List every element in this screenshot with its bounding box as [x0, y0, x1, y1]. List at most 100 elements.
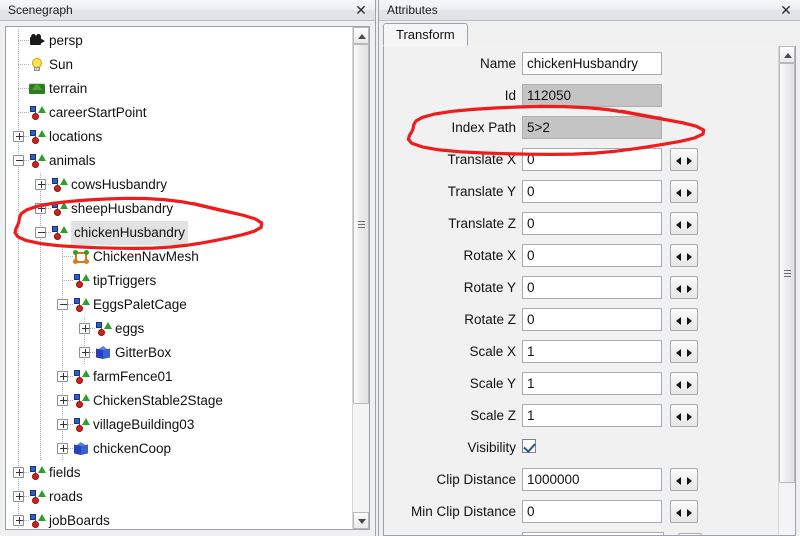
translate-x-field[interactable]: 0	[522, 148, 662, 171]
translate-y-spinner[interactable]	[670, 180, 698, 203]
attributes-scroll-up-button[interactable]	[779, 46, 795, 63]
tree-node[interactable]: jobBoards	[6, 509, 351, 529]
tree-guide	[18, 77, 19, 101]
tree-node[interactable]: animals	[6, 149, 351, 173]
scale-z-spinner[interactable]	[670, 404, 698, 427]
tree-node[interactable]: ChickenStable2Stage	[6, 389, 351, 413]
transform-icon	[73, 297, 90, 313]
tree-node[interactable]: sheepHusbandry	[6, 197, 351, 221]
tree-node[interactable]: eggs	[6, 317, 351, 341]
caret-up-icon	[358, 34, 366, 39]
tree-node[interactable]: locations	[6, 125, 351, 149]
scenegraph-close-icon[interactable]: ✕	[351, 0, 371, 21]
tree-node[interactable]: villageBuilding03	[6, 413, 351, 437]
scenegraph-scroll-thumb[interactable]	[353, 44, 369, 404]
scale-x-label: Scale X	[384, 340, 522, 364]
rotate-y-label: Rotate Y	[384, 276, 522, 300]
tree-node-label: roads	[49, 485, 83, 509]
collapse-node-button[interactable]	[57, 299, 68, 310]
expand-node-button[interactable]	[57, 395, 68, 406]
expand-node-button[interactable]	[13, 467, 24, 478]
scenegraph-scroll-up-button[interactable]	[353, 27, 369, 44]
rotate-x-spinner[interactable]	[670, 244, 698, 267]
tree-node[interactable]: persp	[6, 29, 351, 53]
visibility-checkbox[interactable]	[522, 439, 536, 453]
expand-node-button[interactable]	[57, 371, 68, 382]
expand-node-button[interactable]	[13, 515, 24, 526]
scene-tree[interactable]: perspSunterraincareerStartPointlocations…	[6, 29, 351, 529]
tree-node[interactable]: chickenHusbandry	[6, 221, 351, 245]
tree-node[interactable]: fields	[6, 461, 351, 485]
tree-node[interactable]: tipTriggers	[6, 269, 351, 293]
navmesh-icon	[73, 249, 90, 265]
translate-y-field[interactable]: 0	[522, 180, 662, 203]
tree-node[interactable]: ChickenNavMesh	[6, 245, 351, 269]
transform-icon	[29, 129, 46, 145]
scale-y-field[interactable]: 1	[522, 372, 662, 395]
name-field[interactable]: chickenHusbandry	[522, 52, 662, 75]
tree-node[interactable]: GitterBox	[6, 341, 351, 365]
rotate-y-field[interactable]: 0	[522, 276, 662, 299]
min-clip-distance-label: Min Clip Distance	[384, 500, 522, 524]
scale-z-label: Scale Z	[384, 404, 522, 428]
expand-node-button[interactable]	[79, 347, 90, 358]
transform-icon	[95, 321, 112, 337]
tree-node[interactable]: EggsPaletCage	[6, 293, 351, 317]
caret-left-icon	[676, 413, 681, 421]
attribute-row: Translate Z0	[384, 212, 775, 244]
translate-x-spinner[interactable]	[670, 148, 698, 171]
translate-z-spinner[interactable]	[670, 212, 698, 235]
clip-distance-spinner[interactable]	[670, 468, 698, 491]
tree-node-label: jobBoards	[49, 509, 110, 529]
attributes-vertical-scrollbar[interactable]	[778, 46, 795, 535]
tree-node[interactable]: careerStartPoint	[6, 101, 351, 125]
rotate-z-spinner[interactable]	[670, 308, 698, 331]
tree-node[interactable]: cowsHusbandry	[6, 173, 351, 197]
min-clip-distance-spinner[interactable]	[670, 500, 698, 523]
min-clip-distance-field[interactable]: 0	[522, 500, 662, 523]
expand-node-button[interactable]	[13, 131, 24, 142]
caret-left-icon	[676, 509, 681, 517]
rotate-z-label: Rotate Z	[384, 308, 522, 332]
tree-node-label: terrain	[49, 77, 87, 101]
tree-node-label: Sun	[49, 53, 73, 77]
rotate-z-field[interactable]: 0	[522, 308, 662, 331]
translate-y-label: Translate Y	[384, 180, 522, 204]
index-path-field: 5>2	[522, 116, 662, 139]
scale-z-field[interactable]: 1	[522, 404, 662, 427]
expand-node-button[interactable]	[57, 419, 68, 430]
rotate-x-field[interactable]: 0	[522, 244, 662, 267]
caret-left-icon	[676, 157, 681, 165]
object-mask-field[interactable]: ffff	[522, 532, 664, 536]
scenegraph-scroll-down-button[interactable]	[353, 512, 369, 529]
tree-node[interactable]: terrain	[6, 77, 351, 101]
collapse-node-button[interactable]	[35, 227, 46, 238]
attributes-body: NamechickenHusbandryId112050Index Path5>…	[383, 46, 796, 536]
name-label: Name	[384, 52, 522, 76]
expand-node-button[interactable]	[79, 323, 90, 334]
clip-distance-field[interactable]: 1000000	[522, 468, 662, 491]
expand-node-button[interactable]	[35, 179, 46, 190]
tree-node[interactable]: Sun	[6, 53, 351, 77]
expand-node-button[interactable]	[13, 491, 24, 502]
caret-right-icon	[687, 189, 692, 197]
attributes-title-bar: Attributes ✕	[379, 0, 800, 21]
scenegraph-vertical-scrollbar[interactable]	[352, 27, 369, 529]
expand-node-button[interactable]	[35, 203, 46, 214]
tree-node[interactable]: chickenCoop	[6, 437, 351, 461]
tab-transform[interactable]: Transform	[383, 23, 468, 46]
expand-node-button[interactable]	[57, 443, 68, 454]
translate-z-field[interactable]: 0	[522, 212, 662, 235]
caret-right-icon	[687, 477, 692, 485]
tree-guide	[40, 365, 41, 389]
tree-node[interactable]: farmFence01	[6, 365, 351, 389]
collapse-node-button[interactable]	[13, 155, 24, 166]
scale-y-spinner[interactable]	[670, 372, 698, 395]
attributes-close-icon[interactable]: ✕	[776, 0, 796, 21]
scale-x-spinner[interactable]	[670, 340, 698, 363]
rotate-y-spinner[interactable]	[670, 276, 698, 299]
tree-node-label: tipTriggers	[93, 269, 156, 293]
scale-x-field[interactable]: 1	[522, 340, 662, 363]
attributes-scroll-thumb[interactable]	[779, 63, 795, 483]
tree-node[interactable]: roads	[6, 485, 351, 509]
